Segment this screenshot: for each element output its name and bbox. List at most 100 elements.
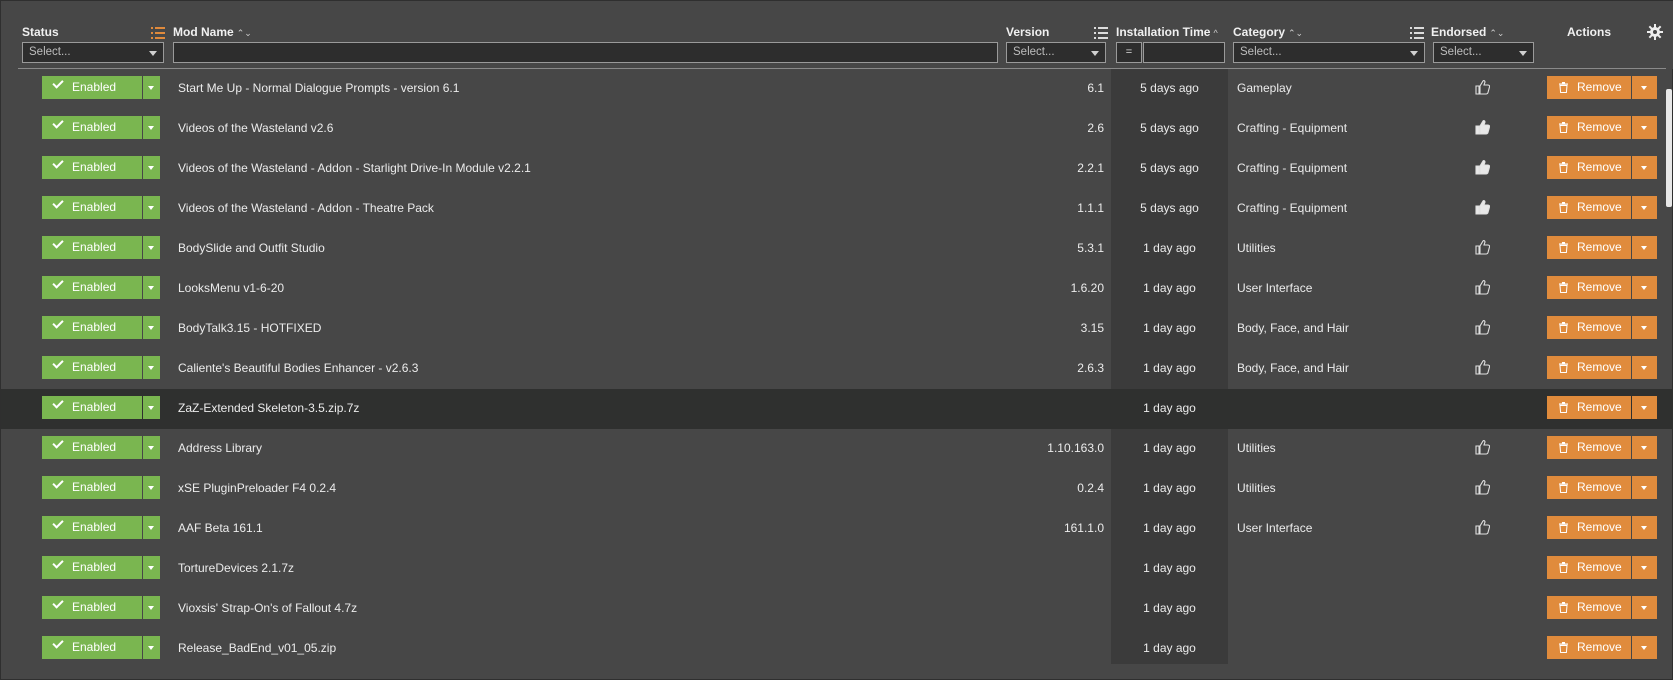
thumbs-up-icon[interactable] (1475, 239, 1490, 255)
remove-button[interactable]: Remove (1547, 396, 1631, 419)
status-dropdown-button[interactable] (143, 276, 160, 299)
status-dropdown-button[interactable] (143, 76, 160, 99)
table-row[interactable]: Enabled Videos of the Wasteland - Addon … (1, 149, 1673, 189)
status-enabled-button[interactable]: Enabled (42, 276, 142, 299)
actions-dropdown-button[interactable] (1632, 516, 1657, 539)
remove-button[interactable]: Remove (1547, 196, 1631, 219)
thumbs-up-icon[interactable] (1475, 359, 1490, 375)
status-enabled-button[interactable]: Enabled (42, 356, 142, 379)
table-row[interactable]: Enabled xSE PluginPreloader F4 0.2.4 0.2… (1, 469, 1673, 509)
actions-dropdown-button[interactable] (1632, 276, 1657, 299)
remove-button[interactable]: Remove (1547, 436, 1631, 459)
thumbs-up-icon[interactable] (1475, 519, 1490, 535)
status-header[interactable]: Status (22, 25, 59, 39)
gear-icon[interactable] (1647, 24, 1663, 40)
table-row[interactable]: Enabled Start Me Up - Normal Dialogue Pr… (1, 69, 1673, 109)
table-row[interactable]: Enabled Videos of the Wasteland v2.6 2.6… (1, 109, 1673, 149)
thumbs-up-icon[interactable] (1475, 119, 1490, 135)
installation-time-filter-input[interactable] (1143, 42, 1225, 63)
version-header[interactable]: Version (1006, 25, 1049, 39)
scrollbar[interactable] (1666, 89, 1672, 207)
thumbs-up-icon[interactable] (1475, 439, 1490, 455)
table-row[interactable]: Enabled LooksMenu v1-6-20 1.6.20 1 day a… (1, 269, 1673, 309)
table-row[interactable]: Enabled Release_BadEnd_v01_05.zip 1 day … (1, 629, 1673, 669)
actions-dropdown-button[interactable] (1632, 156, 1657, 179)
status-dropdown-button[interactable] (143, 476, 160, 499)
installation-time-header[interactable]: Installation Time ^ (1116, 25, 1218, 39)
thumbs-up-icon[interactable] (1475, 319, 1490, 335)
remove-button[interactable]: Remove (1547, 356, 1631, 379)
thumbs-up-icon[interactable] (1475, 79, 1490, 95)
status-dropdown-button[interactable] (143, 156, 160, 179)
actions-dropdown-button[interactable] (1632, 396, 1657, 419)
remove-button[interactable]: Remove (1547, 276, 1631, 299)
remove-button[interactable]: Remove (1547, 596, 1631, 619)
endorsed-header[interactable]: Endorsed ⌃⌄ (1431, 25, 1504, 39)
thumbs-up-icon[interactable] (1475, 279, 1490, 295)
table-row[interactable]: Enabled TortureDevices 2.1.7z 1 day ago … (1, 549, 1673, 589)
actions-dropdown-button[interactable] (1632, 316, 1657, 339)
status-dropdown-button[interactable] (143, 196, 160, 219)
status-dropdown-button[interactable] (143, 516, 160, 539)
remove-button[interactable]: Remove (1547, 516, 1631, 539)
remove-button[interactable]: Remove (1547, 76, 1631, 99)
actions-dropdown-button[interactable] (1632, 596, 1657, 619)
status-enabled-button[interactable]: Enabled (42, 436, 142, 459)
mod-name-filter-input[interactable] (173, 42, 998, 63)
status-enabled-button[interactable]: Enabled (42, 396, 142, 419)
status-enabled-button[interactable]: Enabled (42, 196, 142, 219)
status-enabled-button[interactable]: Enabled (42, 236, 142, 259)
actions-dropdown-button[interactable] (1632, 476, 1657, 499)
thumbs-up-icon[interactable] (1475, 199, 1490, 215)
table-row[interactable]: Enabled Caliente's Beautiful Bodies Enha… (1, 349, 1673, 389)
thumbs-up-icon[interactable] (1475, 479, 1490, 495)
actions-dropdown-button[interactable] (1632, 236, 1657, 259)
table-row[interactable]: Enabled Address Library 1.10.163.0 1 day… (1, 429, 1673, 469)
table-row[interactable]: Enabled AAF Beta 161.1 161.1.0 1 day ago… (1, 509, 1673, 549)
status-enabled-button[interactable]: Enabled (42, 476, 142, 499)
actions-dropdown-button[interactable] (1632, 196, 1657, 219)
status-filter-select[interactable]: Select... (22, 42, 164, 63)
remove-button[interactable]: Remove (1547, 116, 1631, 139)
actions-dropdown-button[interactable] (1632, 116, 1657, 139)
actions-dropdown-button[interactable] (1632, 436, 1657, 459)
status-enabled-button[interactable]: Enabled (42, 516, 142, 539)
mod-name-header[interactable]: Mod Name ⌃⌄ (173, 25, 252, 39)
status-dropdown-button[interactable] (143, 116, 160, 139)
status-dropdown-button[interactable] (143, 396, 160, 419)
column-chooser-icon[interactable] (1094, 27, 1108, 39)
status-dropdown-button[interactable] (143, 316, 160, 339)
status-enabled-button[interactable]: Enabled (42, 116, 142, 139)
status-enabled-button[interactable]: Enabled (42, 636, 142, 659)
thumbs-up-icon[interactable] (1475, 159, 1490, 175)
remove-button[interactable]: Remove (1547, 476, 1631, 499)
remove-button[interactable]: Remove (1547, 316, 1631, 339)
status-enabled-button[interactable]: Enabled (42, 556, 142, 579)
actions-dropdown-button[interactable] (1632, 636, 1657, 659)
column-chooser-icon[interactable] (151, 27, 165, 39)
category-filter-select[interactable]: Select... (1233, 42, 1425, 63)
status-enabled-button[interactable]: Enabled (42, 596, 142, 619)
table-row[interactable]: Enabled Vioxsis' Strap-On's of Fallout 4… (1, 589, 1673, 629)
table-row[interactable]: Enabled ZaZ-Extended Skeleton-3.5.zip.7z… (1, 389, 1673, 429)
version-filter-select[interactable]: Select... (1006, 42, 1106, 63)
status-enabled-button[interactable]: Enabled (42, 76, 142, 99)
status-enabled-button[interactable]: Enabled (42, 316, 142, 339)
actions-dropdown-button[interactable] (1632, 356, 1657, 379)
remove-button[interactable]: Remove (1547, 156, 1631, 179)
remove-button[interactable]: Remove (1547, 556, 1631, 579)
status-dropdown-button[interactable] (143, 356, 160, 379)
status-dropdown-button[interactable] (143, 236, 160, 259)
table-row[interactable]: Enabled BodyTalk3.15 - HOTFIXED 3.15 1 d… (1, 309, 1673, 349)
installation-time-operator[interactable]: = (1116, 42, 1142, 63)
status-dropdown-button[interactable] (143, 556, 160, 579)
table-row[interactable]: Enabled Videos of the Wasteland - Addon … (1, 189, 1673, 229)
category-header[interactable]: Category ⌃⌄ (1233, 25, 1303, 39)
actions-dropdown-button[interactable] (1632, 76, 1657, 99)
status-dropdown-button[interactable] (143, 636, 160, 659)
endorsed-filter-select[interactable]: Select... (1433, 42, 1534, 63)
status-enabled-button[interactable]: Enabled (42, 156, 142, 179)
column-chooser-icon[interactable] (1410, 27, 1424, 39)
status-dropdown-button[interactable] (143, 436, 160, 459)
table-row[interactable]: Enabled BodySlide and Outfit Studio 5.3.… (1, 229, 1673, 269)
